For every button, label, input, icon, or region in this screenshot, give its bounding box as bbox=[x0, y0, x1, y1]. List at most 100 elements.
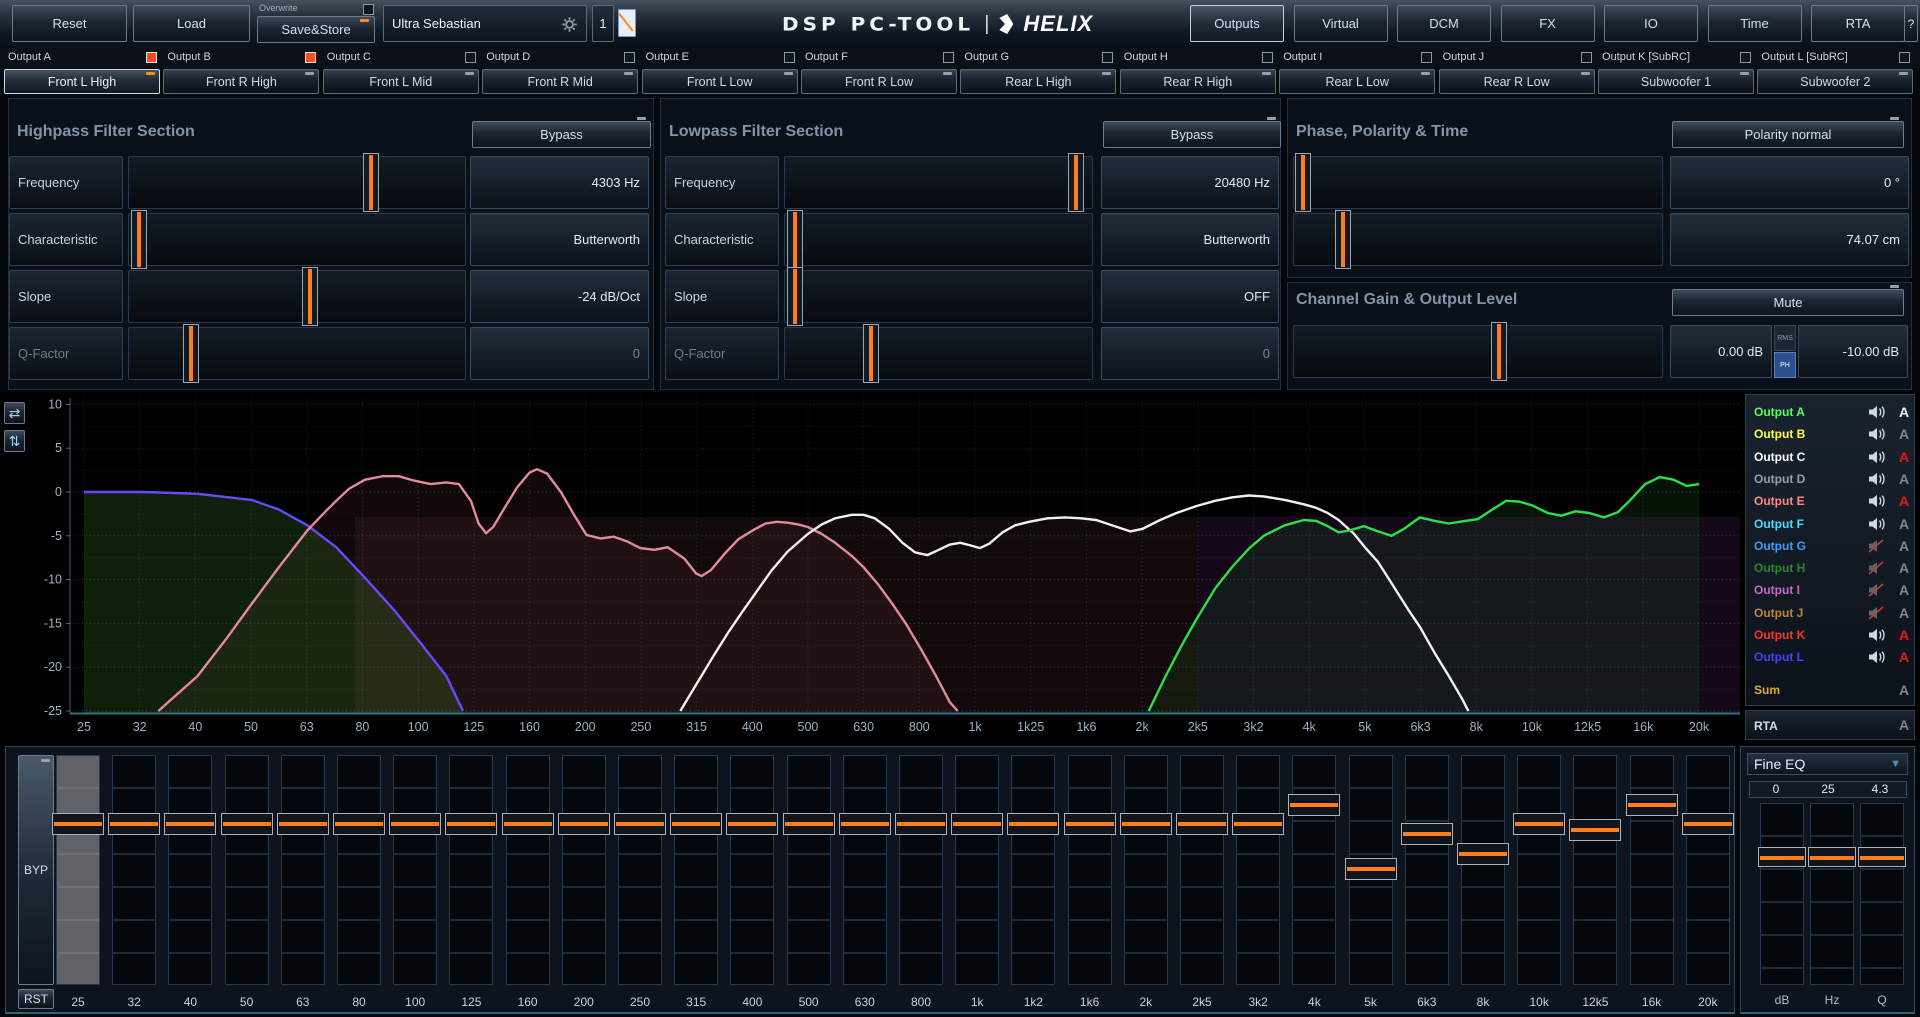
main-tab-fx[interactable]: FX bbox=[1501, 5, 1595, 42]
main-tab-io[interactable]: IO bbox=[1604, 5, 1698, 42]
slider-0-0-track[interactable] bbox=[128, 156, 466, 209]
speaker-icon[interactable] bbox=[1868, 427, 1886, 441]
a-badge[interactable]: A bbox=[1896, 560, 1912, 576]
slider-1-0-handle[interactable] bbox=[1068, 153, 1084, 212]
eq-handle-200[interactable] bbox=[558, 813, 610, 835]
main-tab-dcm[interactable]: DCM bbox=[1397, 5, 1491, 42]
output-checkbox-d[interactable] bbox=[624, 52, 635, 63]
eq-handle-2k5[interactable] bbox=[1176, 813, 1228, 835]
chevron-down-icon[interactable]: ▼ bbox=[1890, 758, 1901, 770]
row-value[interactable]: Butterworth bbox=[1101, 213, 1279, 266]
slider-1-1-track[interactable] bbox=[784, 213, 1093, 266]
eq-track-160[interactable] bbox=[506, 755, 550, 985]
output-checkbox-h[interactable] bbox=[1262, 52, 1273, 63]
output-checkbox-a[interactable] bbox=[146, 52, 157, 63]
eq-track-8k[interactable] bbox=[1461, 755, 1505, 985]
eq-handle-25[interactable] bbox=[52, 813, 104, 835]
speaker-icon[interactable] bbox=[1868, 494, 1886, 508]
eq-handle-50[interactable] bbox=[221, 813, 273, 835]
eq-handle-630[interactable] bbox=[839, 813, 891, 835]
legend-row-output-b[interactable]: Output BA bbox=[1746, 423, 1914, 445]
legend-row-output-f[interactable]: Output FA bbox=[1746, 513, 1914, 535]
output-checkbox-f[interactable] bbox=[943, 52, 954, 63]
eq-track-40[interactable] bbox=[168, 755, 212, 985]
gear-icon[interactable] bbox=[561, 16, 578, 36]
channel-tab-front-l-high[interactable]: Front L High bbox=[4, 69, 160, 94]
rta-row[interactable]: RTA A bbox=[1745, 710, 1915, 740]
slider-0-2-track[interactable] bbox=[128, 270, 466, 323]
fine-eq-header[interactable]: Fine EQ ▼ bbox=[1747, 753, 1908, 775]
speaker-icon[interactable] bbox=[1868, 628, 1886, 642]
section-button-mute[interactable]: Mute bbox=[1672, 289, 1904, 316]
output-checkbox-j[interactable] bbox=[1581, 52, 1592, 63]
row-value[interactable]: -24 dB/Oct bbox=[470, 270, 649, 323]
main-tab-virtual[interactable]: Virtual bbox=[1294, 5, 1388, 42]
eq-track-12k5[interactable] bbox=[1573, 755, 1617, 985]
eq-track-6k3[interactable] bbox=[1405, 755, 1449, 985]
eq-handle-5k[interactable] bbox=[1345, 858, 1397, 880]
eq-track-16k[interactable] bbox=[1630, 755, 1674, 985]
eq-handle-1k2[interactable] bbox=[1007, 813, 1059, 835]
eq-track-4k[interactable] bbox=[1292, 755, 1336, 985]
row-value[interactable]: 74.07 cm bbox=[1670, 213, 1909, 266]
eq-track-1k[interactable] bbox=[955, 755, 999, 985]
eq-handle-63[interactable] bbox=[277, 813, 329, 835]
reset-button[interactable]: Reset bbox=[12, 5, 127, 42]
eq-track-32[interactable] bbox=[112, 755, 156, 985]
a-badge[interactable]: A bbox=[1896, 605, 1912, 621]
slider-1-2-track[interactable] bbox=[784, 270, 1093, 323]
channel-tab-rear-r-high[interactable]: Rear R High bbox=[1120, 69, 1276, 94]
output-checkbox-k[interactable] bbox=[1740, 52, 1751, 63]
rta-a-badge[interactable]: A bbox=[1896, 717, 1912, 733]
eq-handle-10k[interactable] bbox=[1513, 813, 1565, 835]
load-button[interactable]: Load bbox=[133, 5, 250, 42]
eq-handle-2k[interactable] bbox=[1120, 813, 1172, 835]
eq-track-1k2[interactable] bbox=[1011, 755, 1055, 985]
eq-handle-100[interactable] bbox=[389, 813, 441, 835]
a-badge[interactable]: A bbox=[1896, 493, 1912, 509]
slider-1-3-track[interactable] bbox=[784, 327, 1093, 380]
a-badge[interactable]: A bbox=[1896, 538, 1912, 554]
speaker-icon[interactable] bbox=[1868, 405, 1886, 419]
eq-handle-8k[interactable] bbox=[1457, 843, 1509, 865]
preset-number-field[interactable]: 1 bbox=[592, 5, 614, 42]
output-checkbox-g[interactable] bbox=[1102, 52, 1113, 63]
help-button[interactable]: ? bbox=[1904, 5, 1918, 42]
slider-2-1-handle[interactable] bbox=[1335, 210, 1351, 269]
eq-track-50[interactable] bbox=[225, 755, 269, 985]
eq-handle-125[interactable] bbox=[445, 813, 497, 835]
legend-row-output-d[interactable]: Output DA bbox=[1746, 468, 1914, 490]
legend-row-output-k[interactable]: Output KA bbox=[1746, 624, 1914, 646]
legend-row-sum[interactable]: SumA bbox=[1746, 679, 1914, 701]
eq-handle-32[interactable] bbox=[108, 813, 160, 835]
output-checkbox-c[interactable] bbox=[465, 52, 476, 63]
section-button-polarity-normal[interactable]: Polarity normal bbox=[1672, 121, 1904, 148]
output-checkbox-e[interactable] bbox=[784, 52, 795, 63]
eq-handle-1k6[interactable] bbox=[1064, 813, 1116, 835]
zoom-horizontal-button[interactable]: ⇄ bbox=[4, 402, 25, 424]
fine-eq-handle-hz[interactable] bbox=[1808, 847, 1856, 867]
eq-track-800[interactable] bbox=[899, 755, 943, 985]
channel-tab-front-r-high[interactable]: Front R High bbox=[163, 69, 319, 94]
slider-0-1-handle[interactable] bbox=[131, 210, 147, 269]
eq-handle-250[interactable] bbox=[614, 813, 666, 835]
speaker-muted-icon[interactable] bbox=[1868, 583, 1886, 597]
slider-0-0-handle[interactable] bbox=[363, 153, 379, 212]
eq-handle-80[interactable] bbox=[333, 813, 385, 835]
eq-handle-16k[interactable] bbox=[1626, 794, 1678, 816]
fine-eq-hz-value[interactable]: 25 bbox=[1802, 782, 1854, 797]
channel-tab-rear-l-high[interactable]: Rear L High bbox=[960, 69, 1116, 94]
legend-row-output-a[interactable]: Output AA bbox=[1746, 401, 1914, 423]
speaker-icon[interactable] bbox=[1868, 650, 1886, 664]
legend-row-output-e[interactable]: Output EA bbox=[1746, 490, 1914, 512]
eq-handle-4k[interactable] bbox=[1288, 794, 1340, 816]
legend-row-output-l[interactable]: Output LA bbox=[1746, 646, 1914, 668]
row-value[interactable]: OFF bbox=[1101, 270, 1279, 323]
slider-0-3-handle[interactable] bbox=[183, 324, 199, 383]
save-store-button[interactable]: Save&Store bbox=[257, 16, 375, 43]
legend-row-output-i[interactable]: Output IA bbox=[1746, 579, 1914, 601]
a-badge[interactable]: A bbox=[1896, 426, 1912, 442]
slider-0-1-track[interactable] bbox=[128, 213, 466, 266]
a-badge[interactable]: A bbox=[1896, 516, 1912, 532]
section-button-bypass[interactable]: Bypass bbox=[472, 121, 651, 148]
